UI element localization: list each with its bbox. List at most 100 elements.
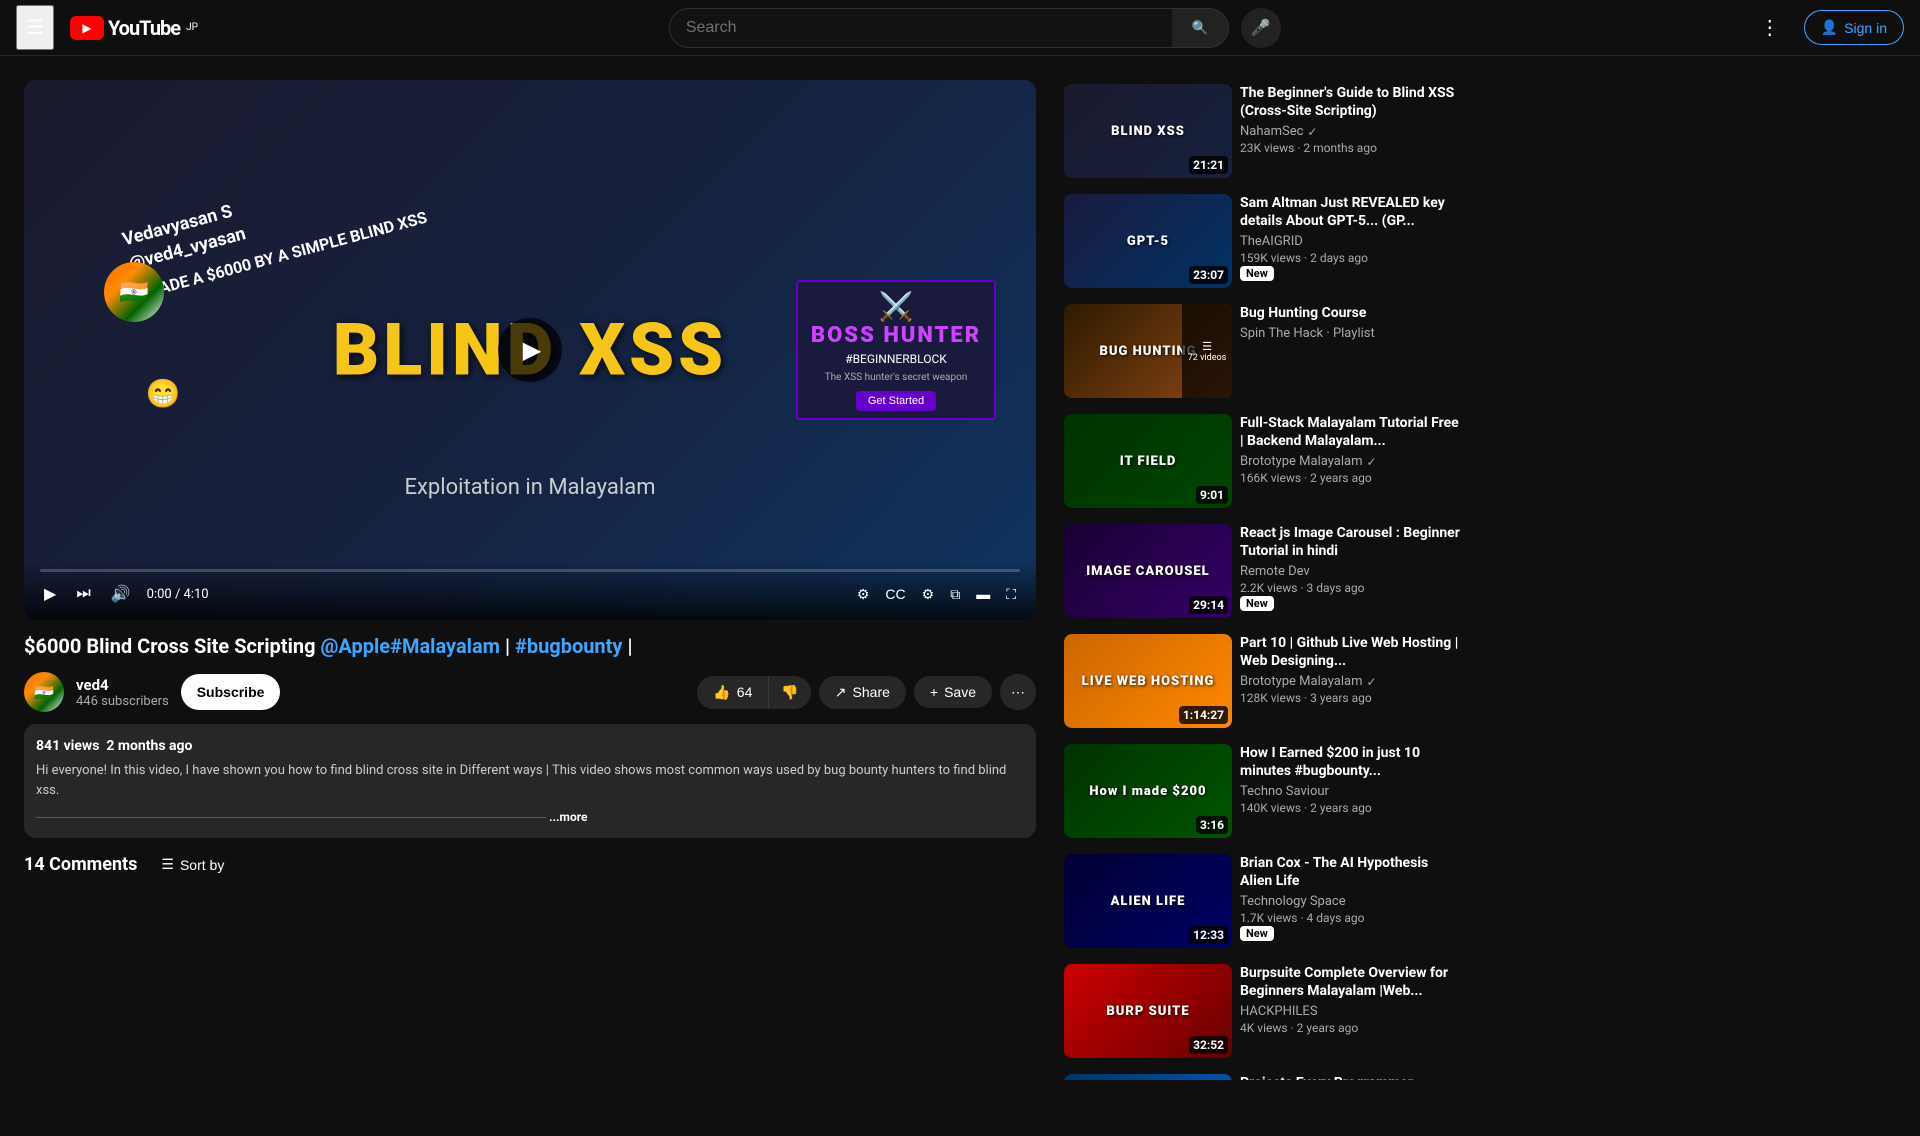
sidebar: BLIND XSS 21:21 The Beginner's Guide to … [1060,56,1480,1080]
youtube-wordmark: YouTube [108,16,180,40]
sidebar-meta: 166K views · 2 years ago [1240,471,1460,485]
sidebar-item[interactable]: ALIEN LIFE 12:33 Brian Cox - The AI Hypo… [1060,850,1464,952]
sidebar-item[interactable]: TRY THIS Projects Every Programmer Shoul… [1060,1070,1464,1080]
show-more-button[interactable]: ...more [549,810,587,824]
dislike-button[interactable]: 👎 [768,676,810,709]
search-form: 🔍 [669,8,1229,48]
like-dislike-group: 👍 64 👎 [697,676,810,709]
sidebar-item[interactable]: BLIND XSS 21:21 The Beginner's Guide to … [1060,80,1464,182]
search-input[interactable] [669,8,1172,48]
sidebar-item[interactable]: How I made $200 3:16 How I Earned $200 i… [1060,740,1464,842]
apple-link[interactable]: @Apple [320,634,390,658]
sidebar-thumbnail: BLIND XSS 21:21 [1064,84,1232,178]
sidebar-title: Brian Cox - The AI Hypothesis Alien Life [1240,854,1460,890]
play-button[interactable] [498,318,562,382]
fullscreen-button[interactable]: ⛶ [1002,582,1020,607]
emoji-overlay: 😁 [145,377,180,410]
video-channel-avatar: 🇮🇳 [104,262,164,322]
youtube-logo[interactable]: YouTube JP [70,16,198,40]
sidebar-meta: 159K views · 2 days ago [1240,251,1460,265]
theater-button[interactable]: ▬ [972,582,994,606]
video-stats: 841 views 2 months ago [36,736,1024,757]
like-icon: 👍 [713,684,730,701]
search-button[interactable]: 🔍 [1172,8,1229,48]
sidebar-thumbnail: IT FIELD 9:01 [1064,414,1232,508]
next-button[interactable]: ⏭ [72,581,94,607]
comments-header: 14 Comments ☰ Sort by [24,854,1036,875]
channel-name: TheAIGRID [1240,234,1303,249]
progress-bar[interactable] [40,569,1020,572]
verified-icon: ✓ [1366,675,1376,689]
header-left: ☰ YouTube JP [16,5,198,50]
sidebar-meta: 140K views · 2 years ago [1240,801,1460,815]
action-buttons: 👍 64 👎 ↗ Share + Save [697,674,1036,710]
more-options-button[interactable]: ⋮ [1752,7,1788,48]
malayalam-link[interactable]: #Malayalam [390,634,500,658]
more-actions-button[interactable]: ⋯ [1000,674,1036,710]
sidebar-item[interactable]: BUG HUNTING ☰ 72 videos Bug Hunting Cour… [1060,300,1464,402]
dislike-icon: 👎 [781,684,798,701]
sidebar-meta: 2.2K views · 3 days ago [1240,581,1460,595]
sign-in-button[interactable]: 👤 Sign in [1804,10,1904,45]
video-duration: 29:14 [1189,596,1228,614]
channel-subscribers: 446 subscribers [76,694,169,709]
channel-name[interactable]: ved4 [76,676,169,694]
sidebar-title: Burpsuite Complete Overview for Beginner… [1240,964,1460,1000]
controls-row: ▶ ⏭ 🔊 0:00 / 4:10 ⚙ CC ⚙ ⧉ ▬ ⛶ [40,580,1020,608]
sidebar-channel: Brototype Malayalam ✓ [1240,674,1460,689]
settings-button[interactable]: ⚙ [918,582,939,607]
channel-name: NahamSec [1240,124,1303,139]
sidebar-thumbnail: BUG HUNTING ☰ 72 videos [1064,304,1232,398]
mic-button[interactable]: 🎤 [1241,8,1281,48]
channel-name: HACKPHILES [1240,1004,1318,1019]
like-button[interactable]: 👍 64 [697,676,768,709]
video-duration: 21:21 [1189,156,1228,174]
channel-name: Techno Saviour [1240,784,1329,799]
playlist-badge: ☰ 72 videos [1182,304,1232,398]
captions-button[interactable]: CC [881,582,909,606]
sidebar-channel: Techno Saviour [1240,784,1460,799]
bugbounty-link[interactable]: #bugbounty [515,634,623,658]
sidebar-title: React js Image Carousel : Beginner Tutor… [1240,524,1460,560]
main-container: Vedavyasan S @ved4_vyasan I MADE A $6000… [0,56,1920,1080]
channel-avatar[interactable]: 🇮🇳 [24,672,64,712]
sidebar-item[interactable]: GPT-5 23:07 Sam Altman Just REVEALED key… [1060,190,1464,292]
thumb-label: ALIEN LIFE [1111,894,1186,909]
sidebar-item[interactable]: BURP SUITE 32:52 Burpsuite Complete Over… [1060,960,1464,1062]
boss-hunter-tagline: The XSS hunter's secret weapon [825,372,968,383]
sidebar-item[interactable]: LIVE WEB HOSTING 1:14:27 Part 10 | Githu… [1060,630,1464,732]
video-content: Vedavyasan S @ved4_vyasan I MADE A $6000… [24,80,1036,620]
sidebar-item[interactable]: IT FIELD 9:01 Full-Stack Malayalam Tutor… [1060,410,1464,512]
subscribe-button[interactable]: Subscribe [181,674,281,710]
description-text: Hi everyone! In this video, I have shown… [36,761,1024,800]
share-button[interactable]: ↗ Share [819,676,906,709]
play-pause-button[interactable]: ▶ [40,580,60,608]
channel-name-wrap: ved4 446 subscribers [76,676,169,709]
share-icon: ↗ [835,684,847,701]
sidebar-item[interactable]: IMAGE CAROUSEL 29:14 React js Image Caro… [1060,520,1464,622]
controls-right: ⚙ CC ⚙ ⧉ ▬ ⛶ [853,582,1020,607]
header-center: 🔍 🎤 [198,8,1752,48]
thumb-label: BLIND XSS [1111,124,1185,139]
boss-symbol: ⚔️ [879,290,914,323]
video-title: $6000 Blind Cross Site Scripting @Apple#… [24,632,1036,660]
sort-by-button[interactable]: ☰ Sort by [161,856,224,873]
new-badge: New [1240,266,1274,281]
sidebar-meta: 1.7K views · 4 days ago [1240,911,1460,925]
boss-hunter-title: BOSS HUNTER [811,323,981,348]
comments-count: 14 Comments [24,854,137,875]
video-player[interactable]: Vedavyasan S @ved4_vyasan I MADE A $6000… [24,80,1036,620]
get-started-button[interactable]: Get Started [856,391,936,411]
sidebar-thumbnail: TRY THIS [1064,1074,1232,1080]
sidebar-thumbnail: BURP SUITE 32:52 [1064,964,1232,1058]
time-display: 0:00 / 4:10 [147,587,209,602]
sidebar-title: How I Earned $200 in just 10 minutes #bu… [1240,744,1460,780]
miniplayer-button[interactable]: ⧉ [946,582,964,607]
youtube-locale: JP [186,22,198,33]
autoplay-button[interactable]: ⚙ [853,582,874,607]
thumb-content: TRY THIS [1064,1074,1232,1080]
save-button[interactable]: + Save [914,676,992,708]
volume-button[interactable]: 🔊 [107,580,135,608]
hamburger-button[interactable]: ☰ [16,5,54,50]
channel-name: Brototype Malayalam [1240,454,1362,469]
